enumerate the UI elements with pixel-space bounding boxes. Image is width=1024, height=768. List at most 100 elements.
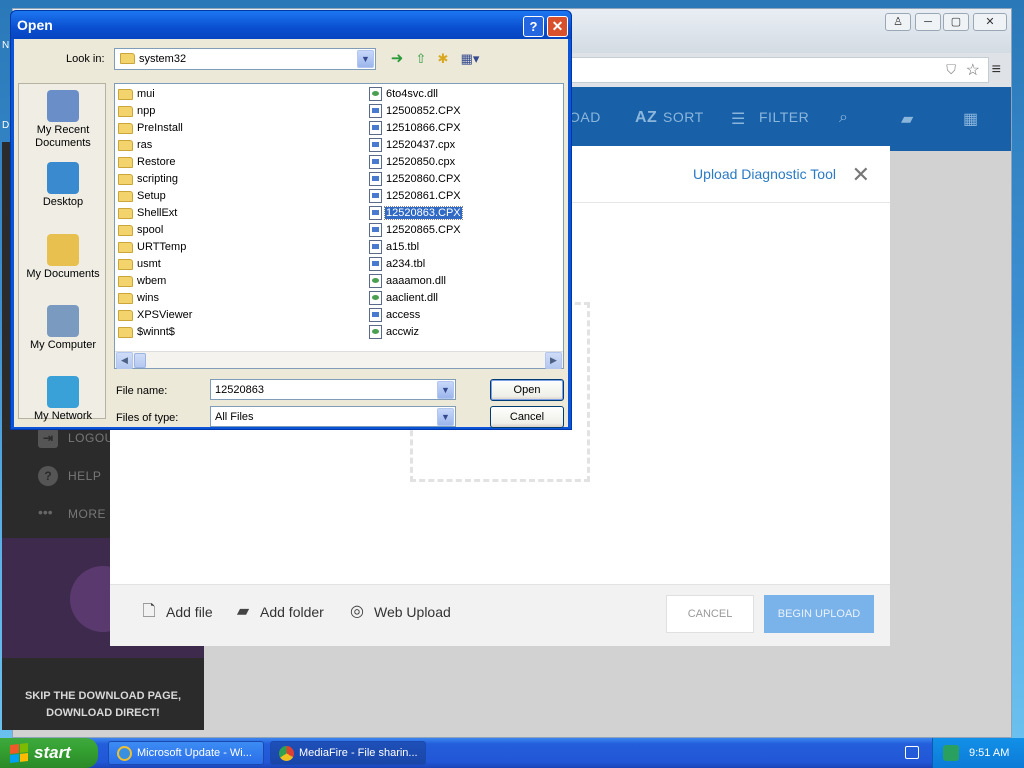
place-desktop[interactable]: Desktop	[19, 162, 107, 209]
add-folder-button[interactable]: ▰ Add folder	[234, 603, 324, 621]
filter-tool[interactable]: FILTER	[759, 109, 809, 125]
promo-text[interactable]: SKIP THE DOWNLOAD PAGE, DOWNLOAD DIRECT!	[2, 688, 204, 722]
folder-item[interactable]: XPSViewer	[117, 307, 193, 323]
folder-item[interactable]: npp	[117, 103, 156, 119]
shield-icon[interactable]: ⛉	[946, 62, 956, 78]
upload-tool[interactable]: OAD	[569, 109, 601, 125]
sidebar-item-more[interactable]: MORE	[68, 507, 106, 521]
logout-icon[interactable]: ⇥	[38, 428, 58, 448]
place-my-computer[interactable]: My Computer	[19, 305, 107, 352]
open-button[interactable]: Open	[490, 379, 564, 401]
new-folder-icon[interactable]: ▰	[901, 109, 914, 129]
file-item[interactable]: 6to4svc.dll	[369, 86, 439, 102]
search-icon[interactable]: ⌕	[839, 109, 848, 127]
place-my-documents[interactable]: My Documents	[19, 234, 107, 281]
back-icon[interactable]: ➜	[388, 50, 406, 68]
profile-button[interactable]: ♙	[885, 13, 911, 31]
grid-view-icon[interactable]: ▦	[963, 109, 979, 129]
file-name: 12520865.CPX	[386, 224, 461, 236]
sort-icon[interactable]: AZ	[635, 109, 657, 127]
scroll-thumb[interactable]	[134, 353, 146, 368]
sort-tool[interactable]: SORT	[663, 109, 704, 125]
file-name: 12520861.CPX	[386, 190, 461, 202]
folder-item[interactable]: mui	[117, 86, 156, 102]
folder-item[interactable]: usmt	[117, 256, 162, 272]
file-item[interactable]: 12510866.CPX	[369, 120, 462, 136]
taskbar-item-mediafire[interactable]: MediaFire - File sharin...	[270, 741, 426, 765]
folder-item[interactable]: Restore	[117, 154, 177, 170]
taskbar-item-microsoft-update[interactable]: Microsoft Update - Wi...	[108, 741, 264, 765]
file-name-label: File name:	[116, 385, 168, 397]
up-folder-icon[interactable]: ⇧	[412, 50, 430, 68]
file-item[interactable]: a234.tbl	[369, 256, 426, 272]
upload-diagnostic-link[interactable]: Upload Diagnostic Tool	[693, 166, 836, 182]
more-icon[interactable]: •••	[38, 504, 53, 520]
folder-item[interactable]: ras	[117, 137, 153, 153]
place-my-recent-documents[interactable]: My Recent Documents	[19, 90, 107, 150]
file-item[interactable]: 12520865.CPX	[369, 222, 462, 238]
keyboard-icon[interactable]	[905, 746, 919, 759]
folder-item[interactable]: URTTemp	[117, 239, 187, 255]
file-item[interactable]: 12500852.CPX	[369, 103, 462, 119]
place-my-network[interactable]: My Network	[19, 376, 107, 423]
file-item[interactable]: aaaamon.dll	[369, 273, 447, 289]
help-icon[interactable]: ?	[38, 466, 58, 486]
file-name: 12500852.CPX	[386, 105, 461, 117]
new-folder-icon[interactable]: ✱	[434, 50, 452, 68]
folder-item[interactable]: wbem	[117, 273, 167, 289]
folder-item[interactable]: Setup	[117, 188, 167, 204]
network-tray-icon[interactable]	[943, 745, 959, 761]
cancel-upload-button[interactable]: CANCEL	[666, 595, 754, 633]
place-label: My Recent Documents	[35, 124, 91, 149]
cancel-button[interactable]: Cancel	[490, 406, 564, 428]
folder-item[interactable]: $winnt$	[117, 324, 176, 340]
web-upload-button[interactable]: ◎ Web Upload	[348, 603, 451, 621]
horizontal-scrollbar[interactable]: ◀ ▶	[115, 351, 563, 369]
folder-item[interactable]: scripting	[117, 171, 179, 187]
file-name-field[interactable]: 12520863 ▼	[210, 379, 456, 400]
filter-icon[interactable]: ☰	[731, 109, 746, 129]
chevron-down-icon[interactable]: ▼	[437, 408, 454, 426]
folder-item[interactable]: ShellExt	[117, 205, 178, 221]
add-file-button[interactable]: 🗋 Add file	[140, 603, 213, 621]
folder-item[interactable]: PreInstall	[117, 120, 184, 136]
file-item[interactable]: a15.tbl	[369, 239, 420, 255]
scroll-left-button[interactable]: ◀	[116, 352, 133, 369]
file-item[interactable]: 12520860.CPX	[369, 171, 462, 187]
begin-upload-button[interactable]: BEGIN UPLOAD	[764, 595, 874, 633]
file-item[interactable]: accwiz	[369, 324, 420, 340]
sidebar-item-help[interactable]: HELP	[68, 469, 101, 483]
address-bar[interactable]: ⛉ ☆	[569, 57, 989, 83]
file-type-select[interactable]: All Files ▼	[210, 406, 456, 427]
file-item[interactable]: 12520861.CPX	[369, 188, 462, 204]
views-menu-icon[interactable]: ▦▾	[458, 50, 482, 68]
scroll-right-button[interactable]: ▶	[545, 352, 562, 369]
dialog-titlebar[interactable]: Open ? ✕	[11, 11, 571, 39]
folder-icon	[118, 224, 133, 236]
file-list[interactable]: mui npp PreInstall ras Restore scripting Setup…	[114, 83, 564, 369]
chevron-down-icon[interactable]: ▼	[357, 50, 374, 68]
file-name: 12520863.CPX	[384, 206, 463, 220]
help-button[interactable]: ?	[523, 16, 544, 37]
folder-name: PreInstall	[137, 122, 183, 134]
file-item[interactable]: access	[369, 307, 421, 323]
folder-item[interactable]: spool	[117, 222, 164, 238]
close-button[interactable]: ✕	[973, 13, 1007, 31]
menu-icon[interactable]: ≡	[992, 61, 1001, 79]
file-item[interactable]: 12520437.cpx	[369, 137, 456, 153]
start-button[interactable]: start	[0, 738, 98, 768]
look-in-combo[interactable]: system32 ▼	[114, 48, 376, 70]
minimize-button[interactable]: ─	[915, 13, 941, 31]
file-item[interactable]: aaclient.dll	[369, 290, 439, 306]
chevron-down-icon[interactable]: ▼	[437, 381, 454, 399]
system-file-icon	[369, 240, 382, 254]
folder-item[interactable]: wins	[117, 290, 160, 306]
dialog-close-button[interactable]: ✕	[547, 16, 568, 37]
file-item[interactable]: 12520850.cpx	[369, 154, 456, 170]
folder-icon	[118, 190, 133, 202]
maximize-button[interactable]: ▢	[943, 13, 969, 31]
file-item-selected[interactable]: 12520863.CPX	[369, 205, 463, 221]
clock[interactable]: 9:51 AM	[969, 747, 1009, 759]
close-icon[interactable]: ✕	[852, 162, 870, 188]
star-icon[interactable]: ☆	[966, 60, 980, 80]
